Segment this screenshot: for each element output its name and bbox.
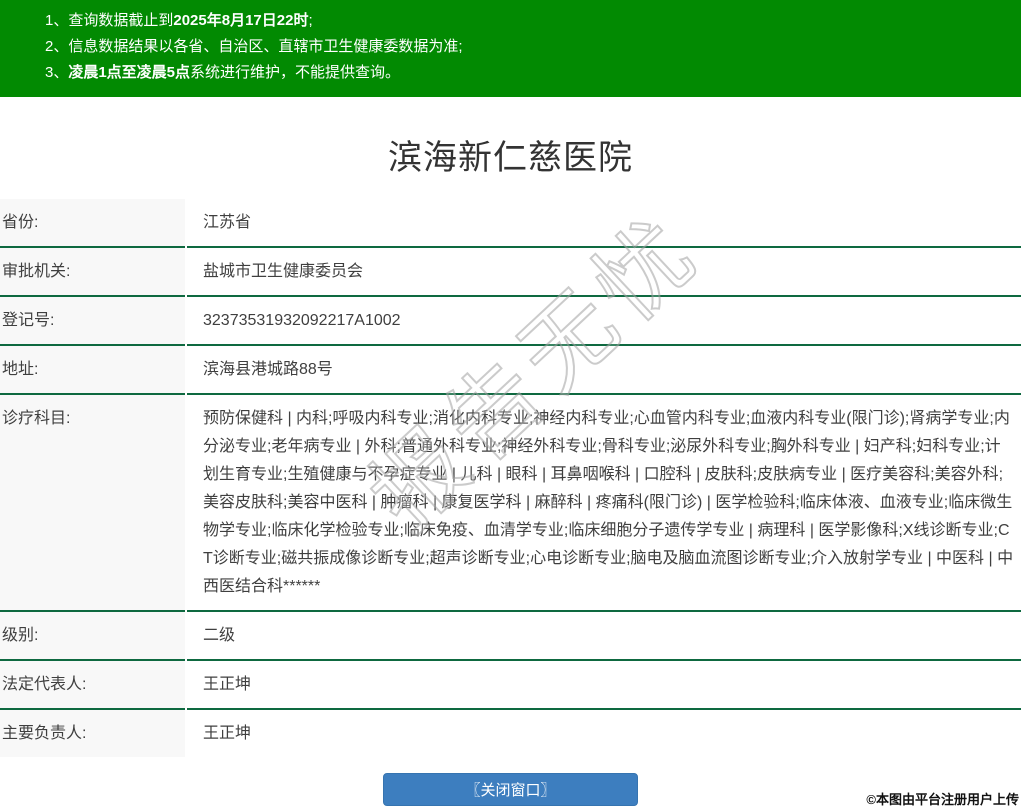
notice-number: 3、 bbox=[45, 64, 69, 81]
row-label: 省份: bbox=[0, 199, 185, 248]
row-label: 地址: bbox=[0, 346, 185, 395]
row-value: 预防保健科 | 内科;呼吸内科专业;消化内科专业;神经内科专业;心血管内科专业;… bbox=[187, 395, 1021, 612]
row-label: 法定代表人: bbox=[0, 661, 185, 710]
table-row: 地址: 滨海县港城路88号 bbox=[0, 346, 1021, 395]
notice-text: 系统进行维护，不能提供查询。 bbox=[190, 64, 401, 81]
row-value: 滨海县港城路88号 bbox=[187, 346, 1021, 395]
notice-text: 查询数据截止到 bbox=[68, 12, 174, 29]
row-value: 二级 bbox=[187, 612, 1021, 661]
info-table: 省份: 江苏省 审批机关: 盐城市卫生健康委员会 登记号: 3237353193… bbox=[0, 199, 1021, 806]
row-value: 江苏省 bbox=[187, 199, 1021, 248]
row-label: 主要负责人: bbox=[0, 710, 185, 759]
table-row: 诊疗科目: 预防保健科 | 内科;呼吸内科专业;消化内科专业;神经内科专业;心血… bbox=[0, 395, 1021, 612]
table-row: 登记号: 32373531932092217A1002 bbox=[0, 297, 1021, 346]
page-title: 滨海新仁慈医院 bbox=[388, 139, 633, 177]
row-value: 盐城市卫生健康委员会 bbox=[187, 248, 1021, 297]
close-window-button[interactable]: 〖关闭窗口〗 bbox=[383, 773, 638, 806]
notice-text: 信息数据结果以各省、自治区、直辖市卫生健康委数据为准; bbox=[68, 38, 463, 55]
notice-bar: 1、查询数据截止到2025年8月17日22时; 2、信息数据结果以各省、自治区、… bbox=[0, 0, 1021, 97]
notice-number: 1、 bbox=[45, 12, 69, 29]
notice-text: ; bbox=[308, 12, 313, 29]
row-value: 王正坤 bbox=[187, 710, 1021, 759]
row-label: 级别: bbox=[0, 612, 185, 661]
row-value: 王正坤 bbox=[187, 661, 1021, 710]
notice-text-bold: 凌晨1点至凌晨5点 bbox=[68, 64, 191, 81]
table-row: 级别: 二级 bbox=[0, 612, 1021, 661]
notice-number: 2、 bbox=[45, 38, 69, 55]
row-value: 32373531932092217A1002 bbox=[187, 297, 1021, 346]
table-row: 法定代表人: 王正坤 bbox=[0, 661, 1021, 710]
row-label: 诊疗科目: bbox=[0, 395, 185, 612]
notice-line-3: 3、凌晨1点至凌晨5点系统进行维护，不能提供查询。 bbox=[45, 60, 1011, 86]
table-row: 省份: 江苏省 bbox=[0, 199, 1021, 248]
notice-line-1: 1、查询数据截止到2025年8月17日22时; bbox=[45, 8, 1011, 34]
row-label: 审批机关: bbox=[0, 248, 185, 297]
row-label: 登记号: bbox=[0, 297, 185, 346]
notice-line-2: 2、信息数据结果以各省、自治区、直辖市卫生健康委数据为准; bbox=[45, 34, 1011, 60]
notice-text-bold: 2025年8月17日22时 bbox=[173, 12, 309, 29]
table-row: 审批机关: 盐城市卫生健康委员会 bbox=[0, 248, 1021, 297]
image-credit-watermark: ©本图由平台注册用户上传 bbox=[866, 792, 1019, 807]
table-row: 主要负责人: 王正坤 bbox=[0, 710, 1021, 759]
